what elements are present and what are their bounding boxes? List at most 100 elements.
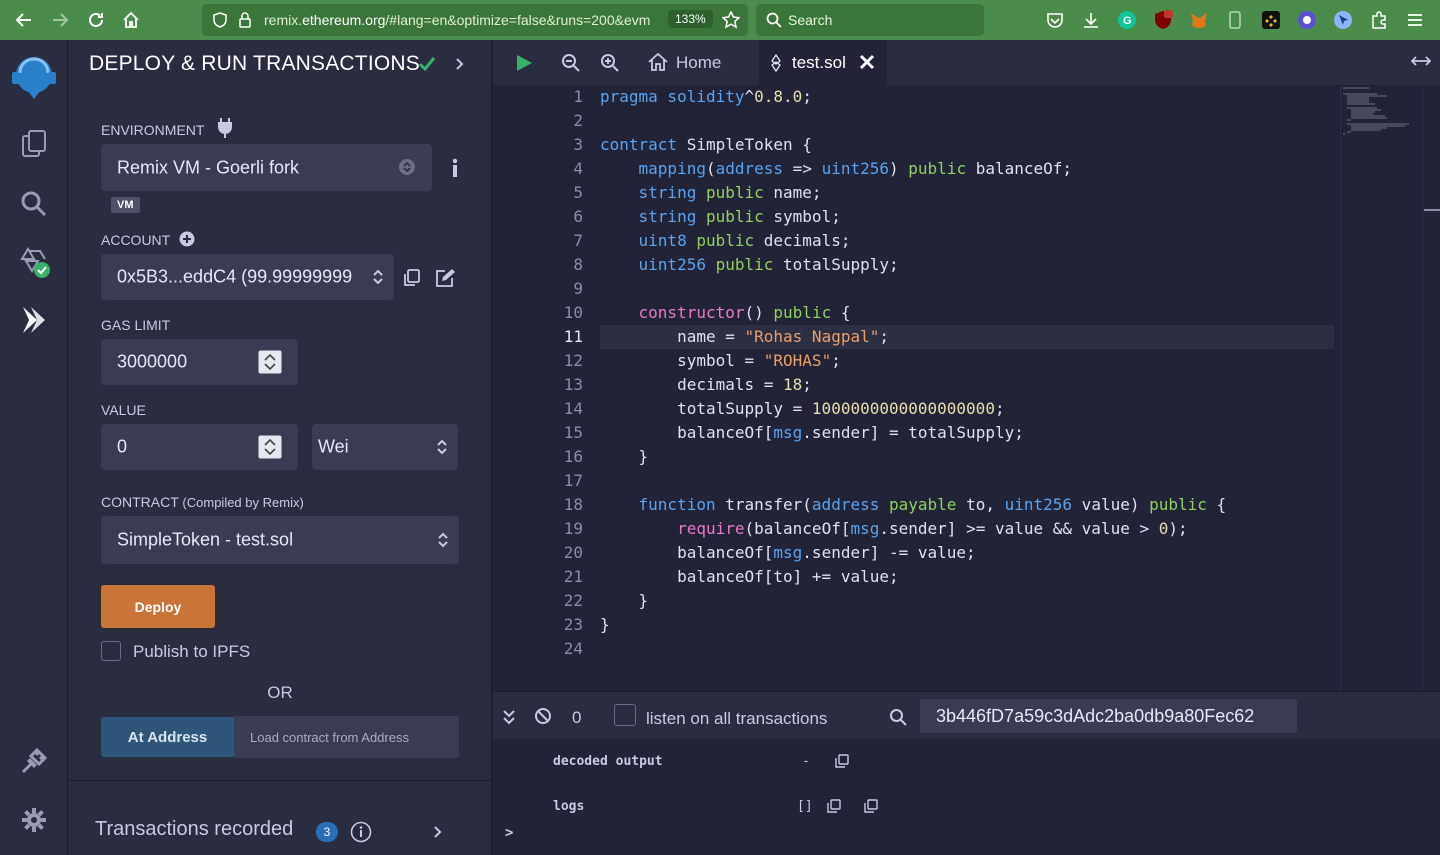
value-unit-select[interactable]: Wei (312, 424, 458, 470)
value-label: VALUE (101, 402, 146, 418)
line-number: 13 (563, 375, 583, 394)
transactions-recorded-label[interactable]: Transactions recorded (95, 818, 293, 841)
code-line: uint256 public totalSupply; (638, 255, 899, 274)
terminal-toolbar: 0 listen on all transactions 3b446fD7a59… (493, 691, 1440, 739)
bookmark-star-icon[interactable] (722, 11, 740, 29)
line-number: 1 (573, 87, 583, 106)
code-line: pragma solidity^0.8.0; (600, 87, 812, 106)
copy-icon[interactable] (403, 269, 421, 287)
search-icon (889, 708, 907, 726)
terminal-prompt[interactable]: > (505, 825, 513, 841)
line-number: 24 (563, 639, 583, 658)
home-icon[interactable] (119, 8, 143, 32)
zoom-out-icon[interactable] (561, 53, 581, 73)
account-select[interactable]: 0x5B3...eddC4 (99.99999999 (101, 254, 394, 300)
line-number: 21 (563, 567, 583, 586)
code-minimap[interactable] (1340, 85, 1422, 691)
svg-text:G: G (1123, 15, 1132, 27)
number-stepper-icon[interactable] (258, 435, 282, 459)
publish-ipfs-checkbox[interactable] (101, 641, 121, 661)
gas-limit-input[interactable]: 3000000 (101, 339, 298, 385)
edit-signature-icon[interactable] (435, 269, 455, 287)
expand-horizontal-icon[interactable] (1411, 56, 1431, 66)
code-line: require(balanceOf[msg.sender] >= value &… (677, 519, 1188, 538)
info-icon[interactable] (451, 158, 459, 178)
forward-icon[interactable] (48, 8, 72, 32)
close-icon[interactable] (859, 54, 875, 70)
deploy-run-icon[interactable] (16, 302, 52, 338)
line-number: 8 (573, 255, 583, 274)
divider (68, 780, 492, 781)
cursor-extension-icon[interactable] (1333, 10, 1353, 30)
pocket-icon[interactable] (1045, 10, 1065, 30)
check-icon (418, 56, 436, 72)
binance-wallet-icon[interactable] (1261, 10, 1281, 30)
contract-select[interactable]: SimpleToken - test.sol (101, 516, 459, 564)
extensions-puzzle-icon[interactable] (1369, 10, 1389, 30)
metamask-icon[interactable] (1189, 10, 1209, 30)
line-number: 18 (563, 495, 583, 514)
reload-icon[interactable] (84, 8, 108, 32)
collapse-terminal-icon[interactable] (502, 709, 516, 725)
line-number: 3 (573, 135, 583, 154)
device-icon[interactable] (1225, 10, 1245, 30)
settings-gear-icon[interactable] (16, 802, 52, 838)
line-number: 22 (563, 591, 583, 610)
decoded-output-value: - (802, 754, 810, 769)
select-arrows-icon (372, 268, 386, 286)
at-address-button[interactable]: At Address (101, 717, 234, 757)
environment-select[interactable]: Remix VM - Goerli fork (101, 144, 432, 191)
vm-badge: VM (111, 197, 140, 213)
transactions-count-badge: 3 (316, 822, 338, 842)
run-script-icon[interactable] (515, 54, 533, 72)
select-arrows-icon (436, 438, 450, 456)
deploy-button[interactable]: Deploy (101, 585, 215, 628)
editor-tab-bar: Home test.sol (493, 40, 1440, 85)
code-editor[interactable]: 1 2 3 4 5 6 7 8 9 10 11 12 13 14 15 16 17 18 19 20 21 22 23 24 … (493, 85, 1440, 691)
tab-home[interactable]: Home (647, 40, 751, 85)
add-account-icon[interactable] (179, 231, 195, 247)
chevron-right-icon[interactable] (433, 825, 443, 839)
file-explorer-icon[interactable] (16, 126, 52, 162)
tab-file-label: test.sol (792, 53, 846, 72)
line-number: 10 (563, 303, 583, 322)
download-icon[interactable] (1081, 10, 1101, 30)
code-line: decimals = 18; (600, 375, 812, 394)
chevron-right-icon[interactable] (455, 57, 465, 71)
plugin-manager-icon[interactable] (16, 743, 52, 779)
line-number: 7 (573, 231, 583, 250)
copy-icon[interactable] (864, 799, 878, 813)
load-contract-address-input[interactable]: Load contract from Address (234, 716, 459, 758)
terminal-search-input[interactable]: 3b446fD7a59c3dAdc2ba0db9a80Fec62 (920, 699, 1297, 733)
grammarly-icon[interactable]: G (1117, 10, 1137, 30)
zoom-level[interactable]: 133% (668, 10, 713, 28)
ghost-extension-icon[interactable] (1297, 10, 1317, 30)
solidity-compiler-icon[interactable] (16, 244, 52, 280)
ublock-icon[interactable] (1153, 10, 1173, 30)
number-stepper-icon[interactable] (258, 350, 282, 374)
code-line: string public name; (638, 183, 822, 202)
menu-icon[interactable] (1405, 10, 1425, 30)
value-input[interactable]: 0 (101, 424, 298, 470)
address-bar[interactable]: remix.ethereum.org/#lang=en&optimize=fal… (202, 4, 748, 36)
lock-icon[interactable] (238, 12, 252, 28)
back-icon[interactable] (12, 8, 36, 32)
clear-console-icon[interactable] (534, 707, 552, 725)
listen-all-transactions-checkbox[interactable] (614, 704, 636, 726)
browser-search-box[interactable]: Search (756, 4, 984, 36)
account-label: ACCOUNT (101, 232, 171, 248)
copy-icon[interactable] (827, 799, 841, 813)
tab-test-sol[interactable]: test.sol (759, 40, 887, 85)
copy-icon[interactable] (835, 754, 849, 768)
remix-logo-icon[interactable] (6, 52, 62, 102)
zoom-in-icon[interactable] (600, 53, 620, 73)
vertical-scrollbar[interactable] (1422, 85, 1440, 691)
info-icon[interactable] (350, 821, 372, 843)
search-icon[interactable] (16, 186, 52, 222)
line-number: 17 (563, 471, 583, 490)
line-number: 4 (573, 159, 583, 178)
panel-title-text: DEPLOY & RUN TRANSACTIONS (89, 52, 420, 75)
logs-value: [] (797, 799, 813, 814)
code-line: } (600, 591, 649, 610)
line-number: 23 (563, 615, 583, 634)
